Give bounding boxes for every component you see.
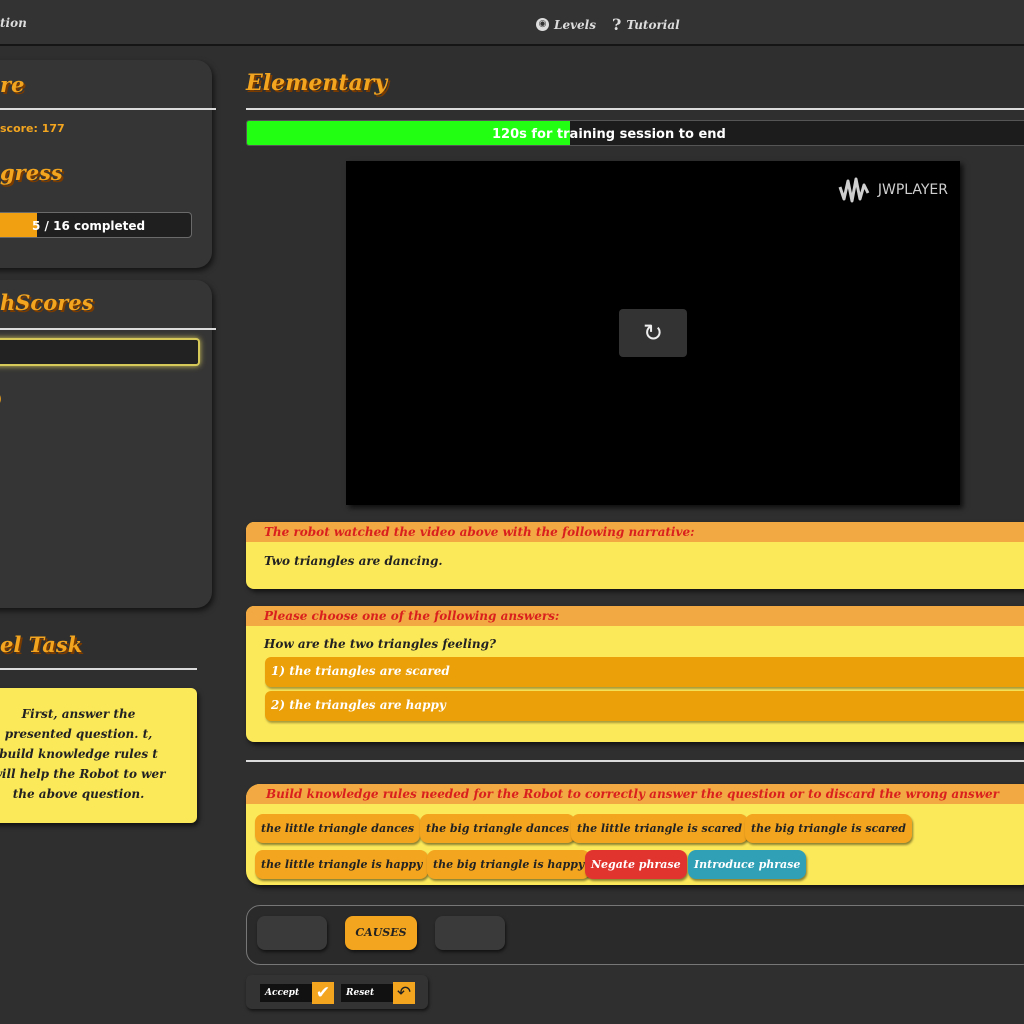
- undo-icon: ↶: [393, 982, 415, 1004]
- reset-label: Reset: [341, 984, 393, 1002]
- highscores-panel: hScores 77 ): [0, 280, 216, 608]
- top-nav: ◉ Levels ? Tutorial: [536, 15, 680, 34]
- replay-button[interactable]: ↻: [619, 309, 687, 357]
- rule-chip[interactable]: the big triangle is scared: [745, 814, 912, 843]
- introduce-phrase-button[interactable]: Introduce phrase: [688, 850, 807, 879]
- rule-chip[interactable]: the big triangle dances: [420, 814, 575, 843]
- jwplayer-label: JWPLAYER: [877, 182, 948, 198]
- title-divider: [246, 108, 1024, 110]
- narrative-box: The robot watched the video above with t…: [246, 522, 1024, 589]
- rule-chip[interactable]: the little triangle is scared: [571, 814, 749, 843]
- question-box: Please choose one of the following answe…: [246, 606, 1024, 742]
- nav-levels-label: Levels: [554, 17, 596, 32]
- progress-text: 5 / 16 completed: [32, 219, 146, 233]
- progress-title: gress: [0, 160, 63, 185]
- level-task-divider: [0, 668, 197, 670]
- rule-chip[interactable]: the little triangle dances: [255, 814, 421, 843]
- highscore-row-current: 77: [0, 338, 200, 366]
- replay-icon: ↻: [642, 319, 664, 347]
- answer-option-2[interactable]: 2) the triangles are happy: [265, 691, 1024, 721]
- action-bar: Accept ✔ Reset ↶: [246, 975, 428, 1009]
- rules-header: Build knowledge rules needed for the Rob…: [246, 784, 1024, 804]
- rule-chip[interactable]: the little triangle is happy: [255, 850, 429, 879]
- rules-box: Build knowledge rules needed for the Rob…: [246, 784, 1024, 885]
- level-task-card: First, answer the presented question. t,…: [0, 688, 197, 823]
- rule-slot-right[interactable]: [435, 916, 505, 950]
- answer-option-1[interactable]: 1) the triangles are scared: [265, 657, 1024, 687]
- globe-icon: ◉: [536, 18, 549, 31]
- highscores-title: hScores: [0, 290, 94, 315]
- narrative-text: Two triangles are dancing.: [264, 554, 443, 568]
- rule-builder: CAUSES: [246, 905, 1024, 965]
- progress-bar: 5 / 16 completed: [0, 212, 192, 238]
- highscore-row: ): [0, 392, 2, 407]
- section-divider: [246, 760, 1024, 762]
- top-bar: tion ◉ Levels ? Tutorial: [0, 0, 1024, 46]
- score-title: re: [0, 72, 25, 97]
- nav-tutorial-label: Tutorial: [626, 17, 680, 32]
- nav-tutorial[interactable]: ? Tutorial: [612, 15, 680, 34]
- nav-levels[interactable]: ◉ Levels: [536, 15, 596, 34]
- accept-button[interactable]: Accept ✔: [260, 982, 334, 1004]
- negate-phrase-button[interactable]: Negate phrase: [585, 850, 687, 879]
- checkmark-icon: ✔: [312, 982, 334, 1004]
- causes-button[interactable]: CAUSES: [345, 916, 417, 950]
- reset-button[interactable]: Reset ↶: [341, 982, 415, 1004]
- level-task-title: el Task: [0, 632, 83, 657]
- rule-slot-left[interactable]: [257, 916, 327, 950]
- score-panel: re score: 177 gress 5 / 16 completed: [0, 60, 216, 268]
- session-timer: 120s for training session to end: [246, 120, 1024, 146]
- score-divider: [0, 108, 216, 110]
- score-value: score: 177: [0, 122, 65, 135]
- page-title: Elementary: [246, 70, 388, 96]
- question-icon: ?: [612, 15, 622, 34]
- question-text: How are the two triangles feeling?: [264, 637, 497, 651]
- jwplayer-logo: JWPLAYER: [838, 175, 948, 205]
- highscores-divider: [0, 328, 216, 330]
- question-header: Please choose one of the following answe…: [246, 606, 1024, 626]
- timer-text: 120s for training session to end: [492, 127, 726, 142]
- video-player[interactable]: JWPLAYER ↻: [346, 161, 960, 505]
- app-brand: tion: [0, 16, 27, 30]
- accept-label: Accept: [260, 984, 312, 1002]
- rule-chip[interactable]: the big triangle is happy: [427, 850, 591, 879]
- narrative-header: The robot watched the video above with t…: [246, 522, 1024, 542]
- jwplayer-icon: [838, 177, 870, 203]
